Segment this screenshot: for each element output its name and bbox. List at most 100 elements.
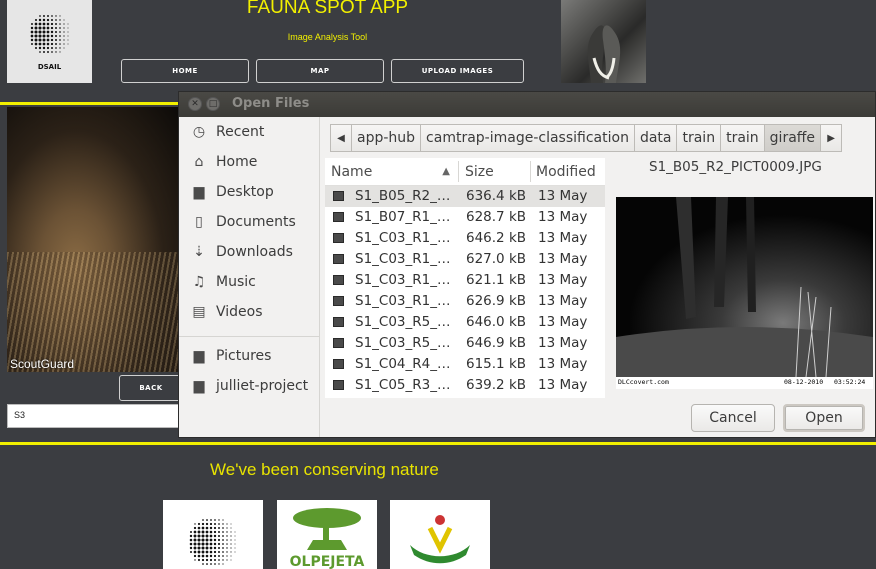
path-segment[interactable]: camtrap-image-classification — [420, 124, 635, 152]
file-modified: 13 May — [538, 209, 588, 225]
place-label: Home — [216, 154, 258, 170]
file-row[interactable]: S1_C03_R5_… 646.9 kB 13 May — [325, 333, 605, 354]
back-button[interactable]: BACK — [119, 375, 183, 401]
folder-icon: ▆ — [193, 348, 205, 364]
file-name: S1_B07_R1_… — [355, 209, 451, 225]
file-row[interactable]: S1_C03_R1_… 621.1 kB 13 May — [325, 270, 605, 291]
cancel-button[interactable]: Cancel — [691, 404, 775, 432]
path-back-chevron-icon[interactable]: ◀ — [330, 124, 352, 152]
folder-icon: ▆ — [193, 378, 205, 394]
file-size: 615.1 kB — [466, 356, 527, 372]
place-home[interactable]: ⌂ Home — [179, 147, 319, 177]
place-label: Videos — [216, 304, 263, 320]
column-name-label: Name — [331, 163, 373, 180]
file-modified: 13 May — [538, 335, 588, 351]
place-julliet-project[interactable]: ▆ julliet-project — [179, 371, 319, 401]
path-segment[interactable]: train — [720, 124, 765, 152]
file-name: S1_C03_R1_… — [355, 251, 451, 267]
file-name: S1_C03_R5_… — [355, 314, 451, 330]
dsail-logo: DSAIL — [7, 0, 92, 83]
path-segment[interactable]: data — [633, 124, 678, 152]
document-icon: ▯ — [195, 214, 203, 230]
places-sidebar: ◷ Recent ⌂ Home ▆ Desktop ▯ Documents ⇣ … — [179, 117, 319, 437]
column-size[interactable]: Size — [465, 158, 530, 185]
place-documents[interactable]: ▯ Documents — [179, 207, 319, 237]
path-bar: ◀ app-hub camtrap-image-classification d… — [330, 124, 843, 152]
path-segment-current[interactable]: giraffe — [763, 124, 822, 152]
place-label: julliet-project — [216, 378, 309, 394]
map-button[interactable]: MAP — [256, 59, 384, 83]
footer-divider — [0, 442, 876, 445]
place-recent[interactable]: ◷ Recent — [179, 117, 319, 147]
file-name: S1_C04_R4_… — [355, 356, 451, 372]
dialog-title: Open Files — [232, 96, 310, 111]
maximize-icon[interactable]: □ — [206, 97, 220, 111]
image-file-icon — [333, 191, 344, 201]
place-label: Recent — [216, 124, 265, 140]
place-label: Pictures — [216, 348, 272, 364]
file-list-header: Name ▲ Size Modified — [325, 158, 605, 186]
file-size: 646.0 kB — [466, 314, 527, 330]
column-modified[interactable]: Modified — [536, 158, 605, 185]
file-row[interactable]: S1_C03_R1_… 646.2 kB 13 May — [325, 228, 605, 249]
preview-filename: S1_B05_R2_PICT0009.JPG — [649, 159, 822, 175]
file-modified: 13 May — [538, 377, 588, 393]
svg-text:OLPEJETA: OLPEJETA — [290, 554, 365, 569]
home-button[interactable]: HOME — [121, 59, 249, 83]
file-size: 639.2 kB — [466, 377, 527, 393]
download-icon: ⇣ — [193, 244, 205, 260]
file-row[interactable]: S1_C03_R1_… 627.0 kB 13 May — [325, 249, 605, 270]
file-row[interactable]: S1_C04_R4_… 615.1 kB 13 May — [325, 354, 605, 375]
open-files-dialog: ✕ □ Open Files ◷ Recent ⌂ Home ▆ Desktop… — [178, 91, 876, 438]
preview-date: 08-12-2010 — [784, 378, 824, 386]
place-desktop[interactable]: ▆ Desktop — [179, 177, 319, 207]
column-name[interactable]: Name ▲ — [331, 158, 456, 185]
places-separator — [179, 336, 319, 337]
place-label: Documents — [216, 214, 296, 230]
preview-image: DLCcovert.com 08-12-2010 03:52:24 — [616, 197, 873, 389]
image-file-icon — [333, 212, 344, 222]
place-videos[interactable]: ▤ Videos — [179, 297, 319, 327]
preview-footer: DLCcovert.com 08-12-2010 03:52:24 — [616, 377, 873, 389]
file-size: 636.4 kB — [466, 188, 527, 204]
file-size: 646.2 kB — [466, 230, 527, 246]
file-name: S1_C05_R3_… — [355, 377, 451, 393]
app-subtitle: Image Analysis Tool — [287, 32, 368, 42]
file-row[interactable]: S1_C03_R1_… 626.9 kB 13 May — [325, 291, 605, 312]
image-file-icon — [333, 317, 344, 327]
path-segment[interactable]: train — [676, 124, 722, 152]
file-name: S1_C03_R1_… — [355, 272, 451, 288]
file-modified: 13 May — [538, 188, 588, 204]
path-segment[interactable]: app-hub — [351, 124, 422, 152]
place-pictures[interactable]: ▆ Pictures — [179, 341, 319, 371]
music-icon: ♫ — [192, 274, 206, 290]
file-row[interactable]: S1_B05_R2_… 636.4 kB 13 May — [325, 186, 605, 207]
site-input[interactable]: S3 — [7, 404, 179, 428]
file-row[interactable]: S1_C05_R3_… 639.2 kB 13 May — [325, 375, 605, 396]
place-label: Downloads — [216, 244, 293, 260]
file-modified: 13 May — [538, 314, 588, 330]
file-name: S1_B05_R2_… — [355, 188, 451, 204]
video-icon: ▤ — [192, 304, 206, 320]
app-title: FAUNA SPOT APP — [246, 0, 409, 18]
file-size: 621.1 kB — [466, 272, 527, 288]
upload-images-button[interactable]: UPLOAD IMAGES — [391, 59, 524, 83]
partner-logo-emblem — [390, 500, 490, 569]
file-row[interactable]: S1_B07_R1_… 628.7 kB 13 May — [325, 207, 605, 228]
close-icon[interactable]: ✕ — [188, 97, 202, 111]
file-size: 626.9 kB — [466, 293, 527, 309]
open-button[interactable]: Open — [783, 404, 865, 432]
file-name: S1_C03_R1_… — [355, 293, 451, 309]
image-file-icon — [333, 254, 344, 264]
image-file-icon — [333, 233, 344, 243]
sidebar-divider — [319, 117, 320, 437]
file-name: S1_C03_R1_… — [355, 230, 451, 246]
path-forward-chevron-icon[interactable]: ▶ — [820, 124, 843, 152]
place-music[interactable]: ♫ Music — [179, 267, 319, 297]
image-file-icon — [333, 359, 344, 369]
column-modified-label: Modified — [536, 163, 596, 180]
place-downloads[interactable]: ⇣ Downloads — [179, 237, 319, 267]
image-file-icon — [333, 380, 344, 390]
file-row[interactable]: S1_C03_R5_… 646.0 kB 13 May — [325, 312, 605, 333]
file-size: 627.0 kB — [466, 251, 527, 267]
